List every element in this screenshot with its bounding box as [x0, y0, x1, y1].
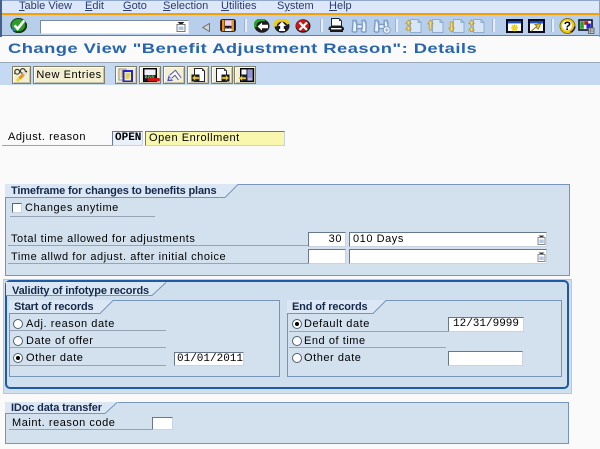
- svg-text:?: ?: [564, 19, 571, 33]
